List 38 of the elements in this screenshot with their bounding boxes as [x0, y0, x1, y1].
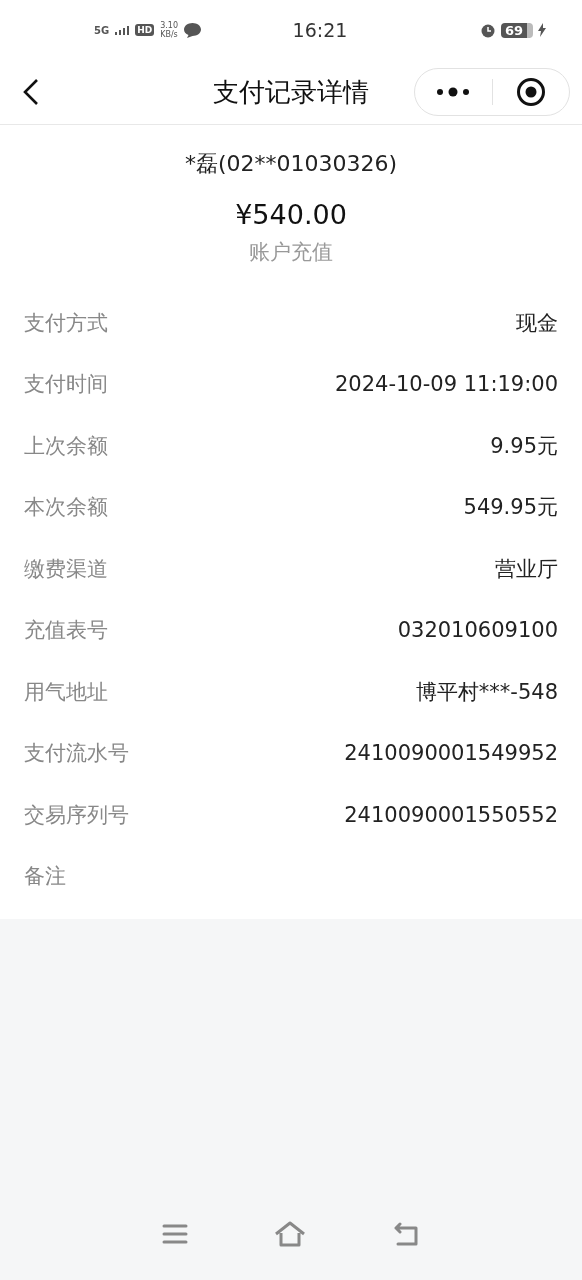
network-label: 5G [94, 24, 110, 36]
detail-value: 现金 [516, 309, 558, 337]
speed-value: 3.10 [160, 21, 178, 30]
detail-value: 2410090001549952 [344, 741, 558, 766]
detail-value: 032010609100 [397, 618, 558, 643]
more-dots-icon [436, 87, 471, 97]
payment-amount: ¥540.00 [234, 199, 348, 230]
detail-label: 支付方式 [24, 309, 108, 337]
home-icon[interactable] [274, 1221, 306, 1247]
detail-label: 交易序列号 [24, 801, 129, 829]
detail-label: 用气地址 [24, 678, 108, 706]
detail-value: 博平村***-548 [415, 678, 558, 706]
alarm-icon [479, 22, 496, 38]
detail-label: 充值表号 [24, 617, 108, 645]
target-icon [515, 77, 546, 107]
charging-icon [538, 23, 546, 37]
hd-label: HD [135, 24, 155, 36]
detail-label: 本次余额 [24, 494, 108, 522]
detail-label: 缴费渠道 [24, 555, 108, 583]
detail-value: 2024-10-09 11:19:00 [334, 372, 558, 397]
payment-type: 账户充值 [248, 239, 334, 266]
page-title: 支付记录详情 [212, 75, 370, 109]
back-icon[interactable] [392, 1222, 420, 1246]
customer-name: *磊(02**01030326) [183, 150, 399, 178]
detail-value: 营业厅 [495, 555, 558, 583]
detail-value: 9.95元 [490, 432, 558, 460]
detail-label: 上次余额 [24, 432, 108, 460]
detail-label: 支付时间 [24, 371, 108, 399]
detail-label: 备注 [24, 863, 66, 891]
detail-value: 2410090001550552 [344, 802, 558, 827]
menu-icon[interactable] [162, 1223, 188, 1245]
chat-bubble-icon [184, 22, 201, 38]
detail-label: 支付流水号 [24, 740, 129, 768]
battery-level: 69 [500, 22, 533, 38]
detail-value: 549.95元 [463, 494, 558, 522]
status-time: 16:21 [292, 19, 348, 41]
speed-unit: KB/s [160, 30, 178, 39]
signal-icon [115, 25, 130, 35]
